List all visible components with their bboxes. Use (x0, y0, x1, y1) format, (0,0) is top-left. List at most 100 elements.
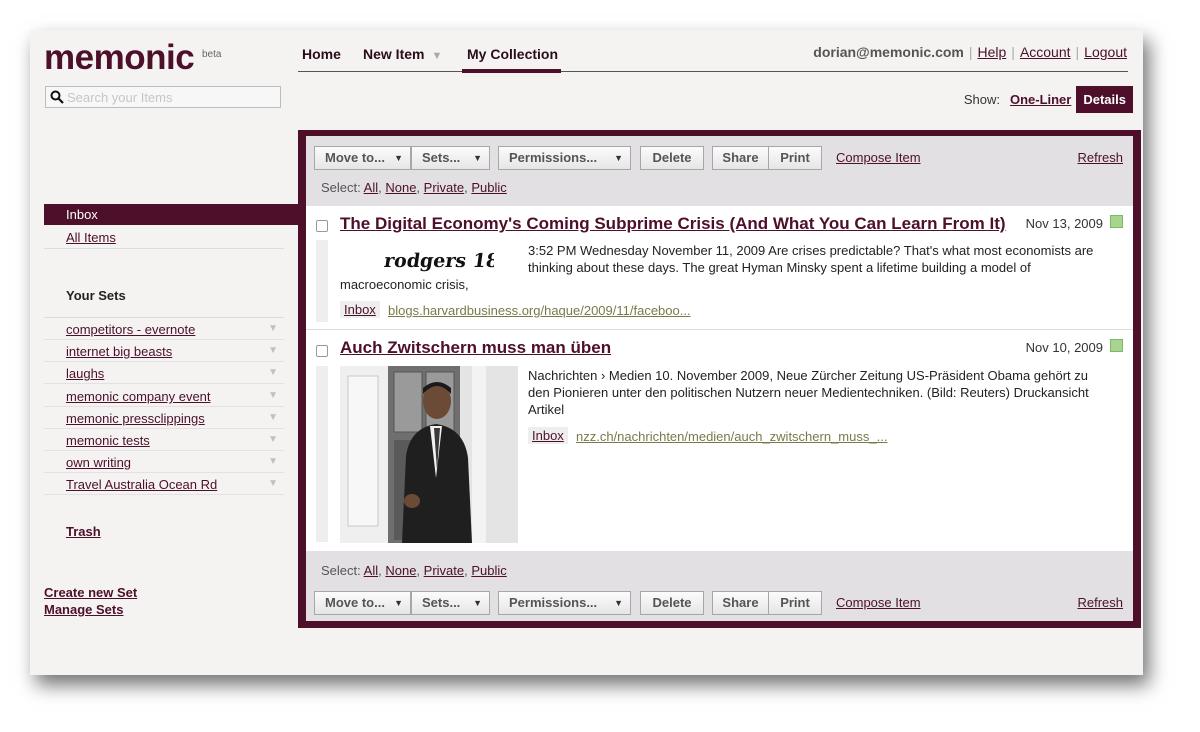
select-public-link[interactable]: Public (471, 180, 506, 195)
share-button[interactable]: Share (712, 146, 769, 170)
set-menu-chevron-icon[interactable]: ▼ (268, 412, 278, 423)
nav-new-item[interactable]: New Item ▼ (363, 46, 442, 62)
item-source-url[interactable]: nzz.ch/nachrichten/medien/auch_zwitscher… (576, 429, 887, 444)
set-menu-chevron-icon[interactable]: ▼ (268, 478, 278, 489)
help-link[interactable]: Help (978, 44, 1007, 60)
view-details[interactable]: Details (1076, 85, 1133, 113)
set-item: memonic company event ▼ (44, 385, 284, 407)
view-switcher: Show: One-Liner Details (964, 85, 1133, 113)
select-private-link[interactable]: Private (424, 563, 464, 578)
item-date: Nov 13, 2009 (1025, 216, 1103, 231)
item-checkbox[interactable] (316, 220, 328, 232)
set-link[interactable]: Travel Australia Ocean Rd (66, 477, 217, 492)
search-icon (50, 90, 64, 104)
set-link[interactable]: internet big beasts (66, 344, 172, 359)
select-all-link[interactable]: All (364, 180, 378, 195)
share-button[interactable]: Share (712, 591, 769, 615)
sets-button[interactable]: Sets... ▼ (411, 146, 490, 170)
status-indicator (1110, 215, 1123, 228)
toolbar-buttons: Move to... ▼ Sets... ▼ Permissions... ▼ Del… (314, 146, 1124, 170)
status-indicator (1110, 339, 1123, 352)
select-label: Select: (321, 563, 361, 578)
app-window: memonic beta Home New Item ▼ My Collectio… (30, 30, 1143, 675)
move-to-button[interactable]: Move to... ▼ (314, 591, 411, 615)
item-gutter (316, 240, 328, 322)
dropdown-arrow-icon: ▼ (614, 153, 623, 163)
select-label: Select: (321, 180, 361, 195)
item-excerpt: Nachrichten › Medien 10. November 2009, … (528, 368, 1089, 417)
item-title[interactable]: The Digital Economy's Coming Subprime Cr… (340, 214, 1006, 234)
create-set-link[interactable]: Create new Set (44, 585, 137, 600)
dropdown-arrow-icon: ▼ (473, 153, 482, 163)
set-link[interactable]: competitors - evernote (66, 322, 195, 337)
account-link[interactable]: Account (1020, 44, 1071, 60)
sets-label: Sets... (422, 595, 461, 610)
set-menu-chevron-icon[interactable]: ▼ (268, 434, 278, 445)
move-to-button[interactable]: Move to... ▼ (314, 146, 411, 170)
set-link[interactable]: memonic tests (66, 433, 150, 448)
set-link[interactable]: own writing (66, 455, 131, 470)
set-menu-chevron-icon[interactable]: ▼ (268, 323, 278, 334)
item-source-url[interactable]: blogs.harvardbusiness.org/haque/2009/11/… (388, 303, 691, 318)
set-item: laughs ▼ (44, 362, 284, 384)
nav-my-collection[interactable]: My Collection (467, 46, 558, 62)
sidebar-item-inbox[interactable]: Inbox (44, 204, 298, 225)
memonic-logo[interactable]: memonic (44, 38, 195, 78)
nav-home[interactable]: Home (302, 46, 341, 62)
active-tab-indicator (462, 69, 561, 73)
permissions-label: Permissions... (509, 150, 598, 165)
set-item: competitors - evernote ▼ (44, 318, 284, 340)
set-link[interactable]: laughs (66, 366, 104, 381)
move-to-label: Move to... (325, 595, 385, 610)
item-checkbox[interactable] (316, 345, 328, 357)
sets-label: Sets... (422, 150, 461, 165)
compose-item-link[interactable]: Compose Item (836, 150, 921, 165)
set-link[interactable]: memonic company event (66, 389, 211, 404)
refresh-link[interactable]: Refresh (1077, 595, 1123, 610)
dropdown-arrow-icon: ▼ (473, 598, 482, 608)
item-date: Nov 10, 2009 (1025, 340, 1103, 355)
toolbar-buttons: Move to... ▼ Sets... ▼ Permissions... ▼ Del… (314, 591, 1124, 615)
refresh-link[interactable]: Refresh (1077, 150, 1123, 165)
select-public-link[interactable]: Public (471, 563, 506, 578)
logout-link[interactable]: Logout (1084, 44, 1127, 60)
set-menu-chevron-icon[interactable]: ▼ (268, 456, 278, 467)
select-all-link[interactable]: All (364, 563, 378, 578)
view-one-liner[interactable]: One-Liner (1010, 92, 1071, 107)
divider (44, 248, 284, 249)
set-item: own writing ▼ (44, 451, 284, 473)
collection-item: The Digital Economy's Coming Subprime Cr… (306, 206, 1133, 328)
item-excerpt: 3:52 PM Wednesday November 11, 2009 Are … (528, 243, 1094, 275)
select-none-link[interactable]: None (385, 180, 416, 195)
delete-button[interactable]: Delete (640, 591, 704, 615)
set-menu-chevron-icon[interactable]: ▼ (268, 390, 278, 401)
permissions-button[interactable]: Permissions... ▼ (498, 146, 631, 170)
item-photo (340, 366, 518, 543)
select-none-link[interactable]: None (385, 563, 416, 578)
set-item: internet big beasts ▼ (44, 340, 284, 362)
delete-button[interactable]: Delete (640, 146, 704, 170)
set-link[interactable]: memonic pressclippings (66, 411, 205, 426)
print-button[interactable]: Print (768, 591, 822, 615)
item-title[interactable]: Auch Zwitschern muss man üben (340, 338, 611, 358)
separator: | (1075, 44, 1080, 60)
permissions-button[interactable]: Permissions... ▼ (498, 591, 631, 615)
nav-new-item-label[interactable]: New Item (363, 46, 424, 62)
dropdown-arrow-icon: ▼ (394, 153, 403, 163)
set-menu-chevron-icon[interactable]: ▼ (268, 345, 278, 356)
search-box[interactable] (45, 86, 281, 108)
chevron-down-icon[interactable]: ▼ (431, 50, 442, 62)
select-private-link[interactable]: Private (424, 180, 464, 195)
search-input[interactable] (67, 88, 277, 106)
sidebar-item-trash[interactable]: Trash (66, 524, 101, 539)
inbox-tag[interactable]: Inbox (528, 427, 568, 444)
inbox-tag[interactable]: Inbox (340, 301, 380, 318)
compose-item-link[interactable]: Compose Item (836, 595, 921, 610)
sets-button[interactable]: Sets... ▼ (411, 591, 490, 615)
sidebar-item-all-items[interactable]: All Items (66, 230, 116, 245)
set-menu-chevron-icon[interactable]: ▼ (268, 367, 278, 378)
manage-sets-link[interactable]: Manage Sets (44, 602, 123, 617)
print-button[interactable]: Print (768, 146, 822, 170)
dropdown-arrow-icon: ▼ (394, 598, 403, 608)
beta-badge: beta (202, 49, 222, 60)
